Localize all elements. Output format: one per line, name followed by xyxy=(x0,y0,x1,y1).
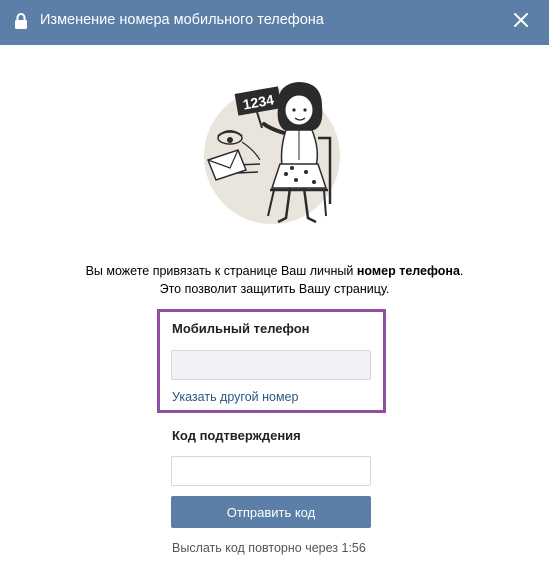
modal-header: Изменение номера мобильного телефона xyxy=(0,0,549,45)
phone-input[interactable] xyxy=(171,350,371,380)
change-number-link[interactable]: Указать другой номер xyxy=(172,390,298,404)
description-line-2: Это позволит защитить Вашу страницу. xyxy=(159,282,390,296)
code-input[interactable] xyxy=(171,456,371,486)
description-line-1: Вы можете привязать к странице Ваш личны… xyxy=(85,264,464,278)
modal-title: Изменение номера мобильного телефона xyxy=(40,12,324,28)
resend-timer-text: Выслать код повторно через 1:56 xyxy=(172,541,366,555)
lock-icon xyxy=(15,13,27,29)
description-bold: номер телефона xyxy=(356,264,460,278)
phone-label: Мобильный телефон xyxy=(172,321,310,336)
woman-with-phone-number-sign-illustration: 1234 xyxy=(204,82,340,224)
description: Вы можете привязать к странице Ваш личны… xyxy=(0,262,549,298)
code-label: Код подтверждения xyxy=(172,428,301,443)
close-icon[interactable] xyxy=(513,12,529,28)
send-code-button[interactable]: Отправить код xyxy=(171,496,371,528)
